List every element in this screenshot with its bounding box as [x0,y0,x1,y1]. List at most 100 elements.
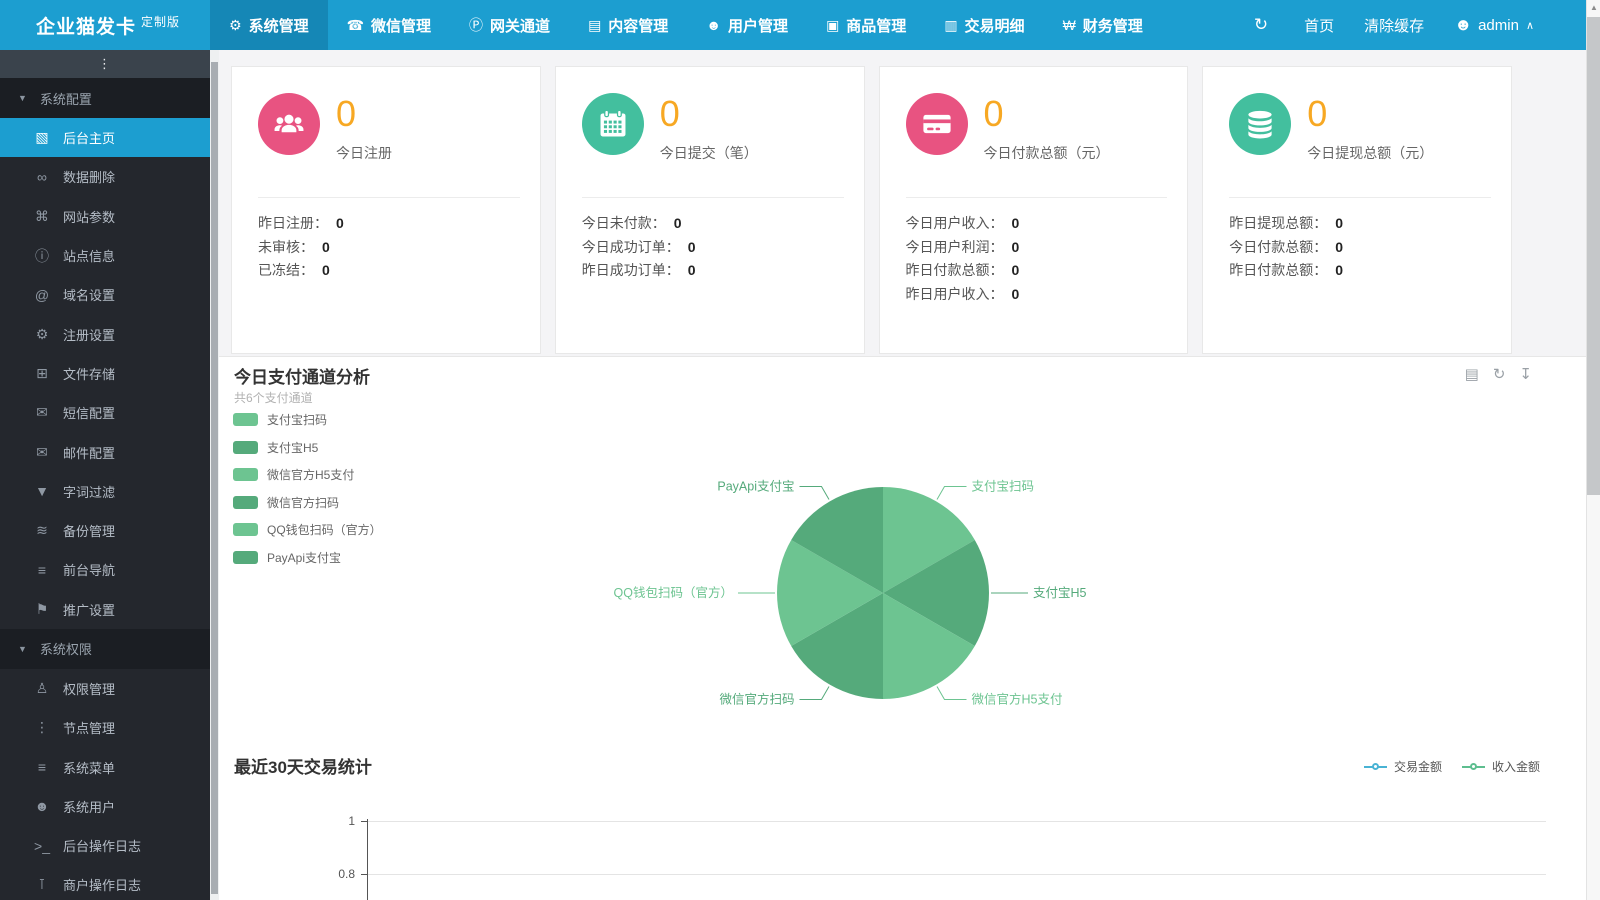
users-icon: ☻ [706,17,722,33]
sidebar-item-label: 前台导航 [63,563,116,579]
sidebar-item-word-filter[interactable]: ▼ 字词过滤 [0,472,210,511]
link-icon: ∞ [37,168,47,185]
card-rows: 昨日注册： 0 未审核： 0 已冻结： 0 [258,212,520,283]
sidebar-item-node-manage[interactable]: ⋮ 节点管理 [0,708,210,747]
sidebar-item-merchant-op-log[interactable]: ⊺ 商户操作日志 [0,865,210,900]
gridline-0-8 [368,874,1546,875]
sidebar-item-site-params[interactable]: ⌘ 网站参数 [0,197,210,236]
nav-item-system[interactable]: ⚙ 系统管理 [210,0,328,50]
sidebar-item-front-nav[interactable]: ≡ 前台导航 [0,550,210,589]
sidebar-section-system-config[interactable]: ▼ 系统配置 [0,78,210,118]
sidebar-item-label: 后台主页 [63,131,116,147]
card-numbers: 0 今日付款总额（元） [984,93,1110,163]
card-today-register: 0 今日注册 昨日注册： 0 未审核： 0 已冻结： 0 [231,66,541,354]
goods-icon: ▣ [826,16,840,33]
sidebar-item-system-user[interactable]: ☻ 系统用户 [0,787,210,826]
stat-value: 0 [1335,262,1344,279]
refresh-button[interactable]: ↻ [1254,15,1274,35]
sidebar-item-site-info[interactable]: ⓘ 站点信息 [0,236,210,275]
card-stat-row: 昨日付款总额： 0 [906,259,1168,283]
database-icon: ≋ [36,522,48,539]
page-scrollbar[interactable]: ▲ [1586,0,1600,900]
card-divider [905,196,1168,198]
nav-item-trade[interactable]: ▥ 交易明细 [925,0,1043,50]
data-view-icon[interactable]: ▤ [1465,365,1479,383]
card-header: 0 今日注册 [258,93,520,163]
sidebar-item-register-settings[interactable]: ⚙ 注册设置 [0,314,210,353]
app-logo[interactable]: 企业猫发卡 定制版 [0,12,210,39]
chart-toolbox: ▤ ↻ ↧ [1465,365,1532,383]
floppy-icon: ⊞ [36,364,48,381]
sidebar-toggle[interactable]: ⋮ [0,50,210,78]
card-today-orders: 0 今日提交（笔） 今日未付款： 0 今日成功订单： 0 昨日成功订单： 0 [554,66,865,354]
stat-label: 昨日付款总额： [905,262,1004,279]
pie-legend-item[interactable]: 微信官方扫码 [233,494,382,511]
stat-value: 0 [322,238,330,255]
legend-label: QQ钱包扫码（官方） [267,523,382,537]
nav-item-wechat[interactable]: ☎ 微信管理 [328,0,450,50]
wechat-icon: ☎ [346,16,365,33]
sidebar-item-file-storage[interactable]: ⊞ 文件存储 [0,354,210,393]
sidebar-item-promotion-settings[interactable]: ⚑ 推广设置 [0,590,210,629]
download-icon[interactable]: ↧ [1519,365,1532,383]
y-axis-line [367,819,368,900]
card-numbers: 0 今日提交（笔） [660,93,758,163]
legend-label: 收入金额 [1491,760,1540,774]
card-divider [258,196,520,198]
pie-legend-item[interactable]: QQ钱包扫码（官方） [233,521,382,538]
sidebar-section-label: 系统配置 [39,91,92,107]
calendar-icon [581,93,644,155]
database-icon [1229,93,1292,155]
pie-legend-item[interactable]: PayApi支付宝 [233,549,382,566]
sidebar-item-permission-manage[interactable]: ♙ 权限管理 [0,669,210,708]
nav-item-content[interactable]: ▤ 内容管理 [569,0,687,50]
line-legend-item[interactable]: 交易金额 [1363,758,1442,775]
pie-slice-label: QQ钱包扫码（官方） [614,585,733,600]
sidebar-scrollbar-thumb[interactable] [211,62,218,894]
sidebar-item-label: 系统用户 [63,799,116,815]
scrollbar-up-arrow-icon[interactable]: ▲ [1587,0,1600,16]
credit-card-icon [905,93,968,155]
sidebar-item-backup-manage[interactable]: ≋ 备份管理 [0,511,210,550]
line-legend-item[interactable]: 收入金额 [1461,758,1540,775]
nav-item-goods[interactable]: ▣ 商品管理 [807,0,925,50]
pie-legend-item[interactable]: 支付宝扫码 [233,411,382,428]
sidebar-item-label: 网站参数 [63,209,116,225]
nav-item-user[interactable]: ☻ 用户管理 [687,0,807,50]
stat-cards: 0 今日注册 昨日注册： 0 未审核： 0 已冻结： 0 0 今日提交（笔） 今日未付款： 0 今日成功… [231,66,1512,354]
stat-label: 已冻结： [258,262,314,279]
sidebar-item-system-menu[interactable]: ≡ 系统菜单 [0,747,210,786]
legend-label: 微信官方扫码 [267,495,340,510]
nav-item-finance[interactable]: ₩ 财务管理 [1044,0,1162,50]
card-title: 今日付款总额（元） [983,144,1110,161]
sidebar-item-mail-config[interactable]: ✉ 邮件配置 [0,432,210,471]
line-legend: 交易金额 收入金额 [1363,758,1540,775]
sidebar-item-domain-settings[interactable]: @ 域名设置 [0,275,210,314]
legend-swatch [233,523,258,536]
user-menu[interactable]: ☻ admin ∧ [1454,15,1534,35]
clear-cache-link[interactable]: 清除缓存 [1364,15,1424,36]
at-icon: @ [34,286,50,303]
home-link[interactable]: 首页 [1304,15,1334,36]
pie-label-leader [799,686,830,701]
stat-label: 昨日付款总额： [1229,262,1328,279]
sidebar-item-data-delete[interactable]: ∞ 数据删除 [0,157,210,196]
sidebar-scrollbar[interactable] [210,50,219,900]
card-title: 今日提现总额（元） [1307,144,1434,161]
nav-item-gateway[interactable]: Ⓟ 网关通道 [450,0,569,50]
stat-value: 0 [1011,214,1020,231]
refresh-icon[interactable]: ↻ [1493,365,1506,383]
legend-label: 交易金额 [1393,760,1442,774]
pie-legend-item[interactable]: 微信官方H5支付 [233,466,382,483]
card-divider [1229,196,1491,198]
sidebar-item-sms-config[interactable]: ✉ 短信配置 [0,393,210,432]
sidebar-item-backend-home[interactable]: ▧ 后台主页 [0,118,210,158]
sidebar-section-system-permission[interactable]: ▼ 系统权限 [0,628,210,669]
sidebar-item-label: 备份管理 [63,524,116,540]
page-scrollbar-thumb[interactable] [1587,17,1600,495]
user-icon: ☻ [1454,15,1473,34]
pie-legend-item[interactable]: 支付宝H5 [233,439,382,456]
stat-label: 昨日用户收入： [905,285,1004,302]
sidebar-item-label: 推广设置 [63,602,116,618]
sidebar-item-backend-op-log[interactable]: >_ 后台操作日志 [0,826,210,865]
